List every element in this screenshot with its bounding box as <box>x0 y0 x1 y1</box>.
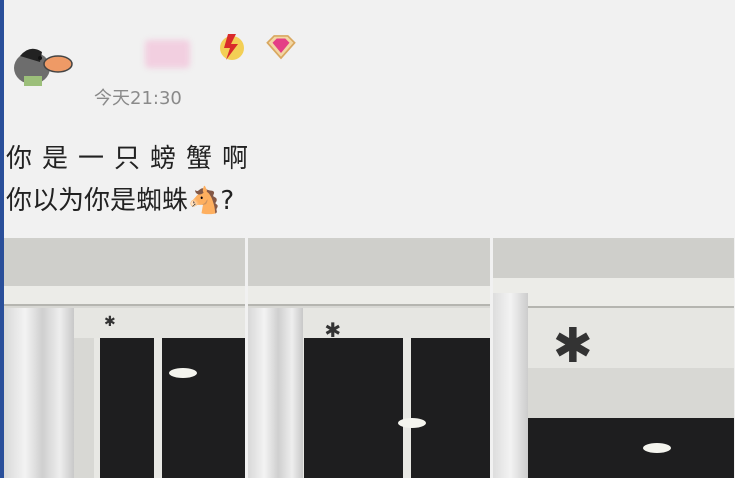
crab-icon: ✱ <box>104 314 116 330</box>
lightning-badge-icon <box>220 34 244 60</box>
photo-grid: ✱ ✱ ✱ <box>4 238 734 478</box>
post-timestamp: 今天21:30 <box>94 88 182 109</box>
post-text: 你以为你是蜘蛛 <box>6 186 189 216</box>
username-blurred[interactable] <box>145 40 190 68</box>
post-text-line-1: 你是一只螃蟹啊 <box>6 144 259 174</box>
crab-icon: ✱ <box>324 318 342 342</box>
post-text-line-2: 你以为你是蜘蛛🐴? <box>6 180 234 217</box>
crab-icon: ✱ <box>552 318 593 374</box>
photo-2[interactable]: ✱ <box>248 238 490 478</box>
photo-1[interactable]: ✱ <box>4 238 246 478</box>
photo-3[interactable]: ✱ <box>492 238 734 478</box>
horse-emoji-icon: 🐴 <box>188 186 221 216</box>
diamond-badge-icon <box>266 35 296 60</box>
avatar[interactable] <box>10 42 74 88</box>
question-mark: ? <box>220 186 235 216</box>
